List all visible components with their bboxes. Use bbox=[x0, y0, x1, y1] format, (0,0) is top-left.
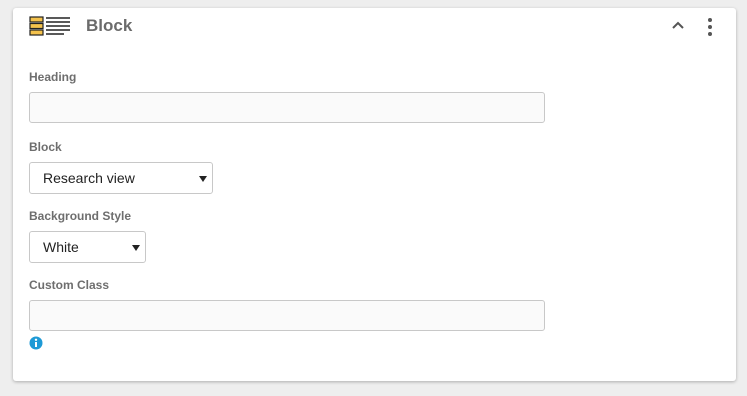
custom-class-label: Custom Class bbox=[29, 278, 110, 292]
info-icon[interactable] bbox=[29, 336, 43, 350]
block-label: Block bbox=[29, 140, 62, 154]
block-list-icon bbox=[29, 16, 70, 36]
background-style-select[interactable]: White bbox=[29, 231, 146, 263]
panel-header: Block bbox=[13, 8, 736, 44]
heading-label: Heading bbox=[29, 70, 77, 84]
block-select[interactable]: Research view bbox=[29, 162, 213, 194]
chevron-up-icon[interactable] bbox=[669, 18, 687, 34]
background-style-select-value: White bbox=[43, 239, 79, 255]
heading-input[interactable] bbox=[29, 92, 545, 123]
dropdown-arrow-icon bbox=[132, 245, 140, 251]
panel-title: Block bbox=[86, 16, 133, 35]
more-vertical-icon[interactable] bbox=[703, 17, 717, 37]
block-select-value: Research view bbox=[43, 170, 135, 186]
custom-class-input[interactable] bbox=[29, 300, 545, 331]
background-style-label: Background Style bbox=[29, 209, 132, 223]
dropdown-arrow-icon bbox=[199, 176, 207, 182]
block-panel: Block Heading Block Research view Backgr… bbox=[13, 8, 736, 381]
